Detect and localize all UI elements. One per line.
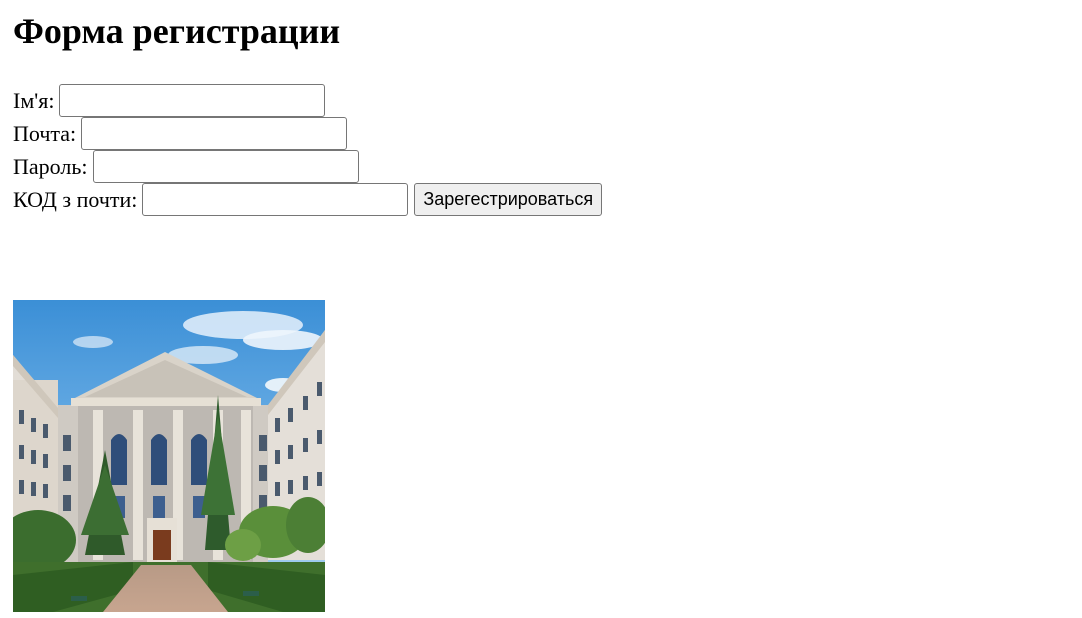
code-row: КОД з почти: Зарегестрироваться xyxy=(13,183,603,216)
email-row: Почта: xyxy=(13,117,602,150)
name-input[interactable] xyxy=(59,84,326,117)
email-label: Почта: xyxy=(13,120,77,146)
page-title: Форма регистрации xyxy=(13,11,341,51)
password-row: Пароль: xyxy=(13,150,602,183)
name-row: Ім'я: xyxy=(13,84,602,117)
email-input[interactable] xyxy=(81,117,348,150)
university-building-photo xyxy=(13,300,325,612)
name-label: Ім'я: xyxy=(13,87,55,113)
register-button[interactable]: Зарегестрироваться xyxy=(414,183,603,216)
password-label: Пароль: xyxy=(13,153,88,179)
password-input[interactable] xyxy=(92,150,359,183)
registration-form: Ім'я: Почта: Пароль: КОД з почти: Зареге… xyxy=(13,84,603,216)
code-input[interactable] xyxy=(142,183,409,216)
code-label: КОД з почти: xyxy=(13,186,138,212)
